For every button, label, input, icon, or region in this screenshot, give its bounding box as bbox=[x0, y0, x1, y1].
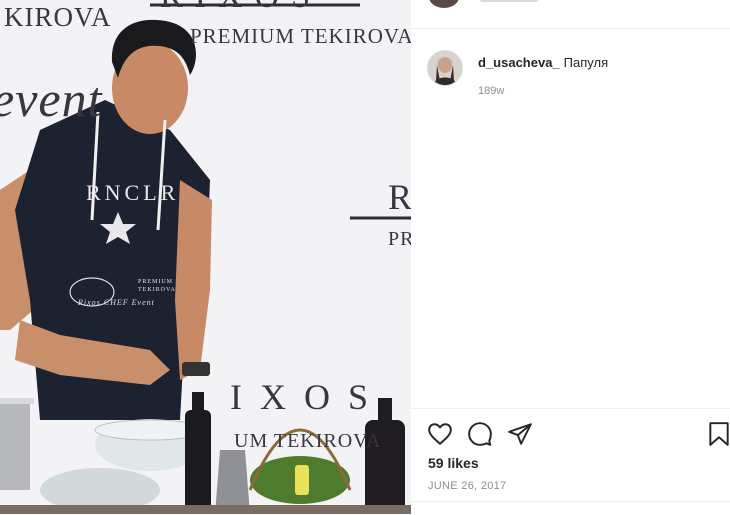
paper-plane-icon bbox=[508, 423, 532, 445]
comment-body: d_usacheva_ Папуля bbox=[478, 54, 718, 72]
heart-icon bbox=[428, 423, 452, 445]
comment-text: Папуля bbox=[563, 55, 609, 70]
like-button[interactable] bbox=[427, 421, 453, 447]
banner-tagline-right: PR bbox=[388, 228, 411, 250]
shirt-text: RNCLR bbox=[86, 180, 180, 205]
previous-comment-text bbox=[479, 0, 539, 2]
save-button[interactable] bbox=[706, 421, 730, 447]
apron-text-3: Rixos CHEF Event bbox=[78, 298, 155, 307]
likes-count[interactable]: 59 likes bbox=[428, 455, 479, 471]
banner-script: event bbox=[0, 71, 103, 127]
previous-comment-strip bbox=[411, 0, 730, 29]
post-date[interactable]: JUNE 26, 2017 bbox=[428, 480, 507, 492]
apron-text-1: PREMIUM bbox=[138, 279, 174, 285]
comment-time[interactable]: 189w bbox=[478, 85, 504, 97]
banner-brand-right: R bbox=[388, 177, 411, 217]
banner-brand-top: RIXOS bbox=[160, 0, 322, 16]
banner-brand-bottom: IXOS bbox=[230, 377, 387, 417]
post-side-panel: d_usacheva_ Папуля 189w 59 likes JUNE 26,… bbox=[411, 0, 730, 514]
avatar-portrait-icon bbox=[428, 51, 462, 85]
share-button[interactable] bbox=[507, 421, 533, 447]
banner-tagline-bottom: UM TEKIROVA bbox=[234, 430, 382, 452]
apron-text-2: TEKIROVA bbox=[138, 287, 176, 293]
previous-avatar[interactable] bbox=[429, 0, 459, 8]
comment-username[interactable]: d_usacheva_ bbox=[478, 55, 560, 70]
avatar[interactable] bbox=[427, 50, 463, 86]
banner-left-fragment: KIROVA bbox=[4, 2, 112, 32]
post-photo[interactable]: KIROVA RIXOS PREMIUM TEKIROVA event R PR… bbox=[0, 0, 411, 514]
comment-bubble-icon bbox=[468, 422, 492, 446]
divider bbox=[411, 501, 730, 502]
bookmark-icon bbox=[709, 422, 729, 446]
comment-button[interactable] bbox=[467, 421, 493, 447]
post-actions: 59 likes JUNE 26, 2017 bbox=[411, 408, 730, 515]
banner-tagline-top: PREMIUM TEKIROVA bbox=[190, 24, 411, 48]
